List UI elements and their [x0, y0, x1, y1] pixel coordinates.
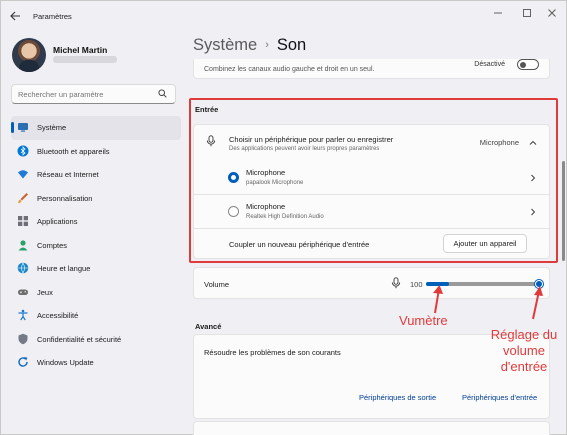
- sidebar-item-label: Personnalisation: [37, 193, 93, 203]
- title-bar: Paramètres: [1, 1, 567, 31]
- output-devices-link[interactable]: Périphériques de sortie: [359, 393, 436, 402]
- minimize-icon[interactable]: [492, 8, 504, 20]
- globe-clock-icon: [17, 262, 29, 274]
- advanced-section-title: Avancé: [195, 322, 222, 331]
- sidebar-item-label: Heure et langue: [37, 264, 91, 273]
- sidebar-item-brush[interactable]: Personnalisation: [11, 187, 181, 211]
- sidebar-nav: Système Bluetooth et appareils Réseau et I…: [11, 116, 181, 375]
- update-icon: [17, 356, 29, 368]
- troubleshoot-label: Résoudre les problèmes de son courants: [204, 348, 341, 357]
- page-title: Son: [276, 36, 307, 54]
- annotation-meter-label: Vumètre: [399, 313, 448, 328]
- sidebar-item-gamepad[interactable]: Jeux: [11, 281, 181, 305]
- shield-icon: [17, 333, 29, 345]
- sidebar-item-label: Comptes: [37, 240, 68, 250]
- app-title: Paramètres: [33, 12, 72, 21]
- search-icon[interactable]: [158, 89, 167, 98]
- sidebar-item-accounts[interactable]: Comptes: [11, 234, 181, 258]
- gamepad-icon: [17, 286, 29, 298]
- mono-audio-card: Combinez les canaux audio gauche et droi…: [193, 59, 550, 79]
- settings-window: Paramètres Michel Martin Système Bluetoot…: [0, 0, 567, 435]
- search-input[interactable]: [18, 88, 156, 101]
- sidebar-item-label: Jeux: [37, 287, 53, 297]
- annotation-arrow-slider: [532, 286, 543, 320]
- breadcrumb: Système › Son: [193, 36, 306, 55]
- mono-toggle-label: Désactivé: [474, 61, 505, 68]
- sidebar-item-label: Système: [37, 123, 67, 132]
- volume-label: Volume: [204, 280, 230, 289]
- input-devices-link[interactable]: Périphériques d'entrée: [462, 393, 537, 402]
- sidebar-item-label: Windows Update: [37, 358, 94, 367]
- system-icon: [17, 121, 29, 133]
- maximize-icon[interactable]: [521, 8, 533, 20]
- brush-icon: [17, 192, 29, 204]
- sidebar-item-network[interactable]: Réseau et Internet: [11, 163, 181, 187]
- back-arrow-icon[interactable]: [9, 10, 23, 22]
- breadcrumb-separator: ›: [265, 39, 269, 51]
- sidebar-item-accessibility[interactable]: Accessibilité: [11, 304, 181, 328]
- accounts-icon: [17, 239, 29, 251]
- sidebar-item-label: Applications: [37, 217, 78, 226]
- sidebar-item-label: Réseau et Internet: [37, 170, 99, 179]
- sidebar-item-globe-clock[interactable]: Heure et langue: [11, 257, 181, 281]
- mono-audio-toggle[interactable]: [517, 59, 539, 70]
- mono-audio-description: Combinez les canaux audio gauche et droi…: [204, 66, 375, 73]
- microphone-icon[interactable]: [391, 277, 401, 289]
- apps-icon: [17, 215, 29, 227]
- sidebar-item-apps[interactable]: Applications: [11, 210, 181, 234]
- sidebar-item-update[interactable]: Windows Update: [11, 351, 181, 375]
- avatar[interactable]: [12, 38, 46, 72]
- sidebar-item-bluetooth[interactable]: Bluetooth et appareils: [11, 140, 181, 164]
- sidebar-item-label: Bluetooth et appareils: [37, 146, 110, 156]
- next-settings-card: [193, 421, 550, 435]
- scrollbar[interactable]: [562, 161, 565, 261]
- network-icon: [17, 168, 29, 180]
- sidebar-item-label: Accessibilité: [37, 311, 79, 320]
- volume-card: Volume 100: [193, 267, 550, 299]
- sidebar-item-system[interactable]: Système: [11, 116, 181, 140]
- sidebar-item-shield[interactable]: Confidentialité et sécurité: [11, 328, 181, 352]
- annotation-slider-label: Réglage du volume d'entrée: [490, 327, 558, 374]
- sidebar-item-label: Confidentialité et sécurité: [37, 334, 122, 344]
- user-name: Michel Martin: [53, 45, 108, 55]
- annotation-arrow-meter: [433, 285, 443, 314]
- annotation-highlight-box: [189, 98, 558, 263]
- user-email-redacted: [53, 56, 117, 63]
- breadcrumb-parent[interactable]: Système: [193, 36, 257, 54]
- search-box[interactable]: [11, 84, 176, 104]
- close-icon[interactable]: [546, 8, 558, 20]
- bluetooth-icon: [17, 145, 29, 157]
- accessibility-icon: [17, 309, 29, 321]
